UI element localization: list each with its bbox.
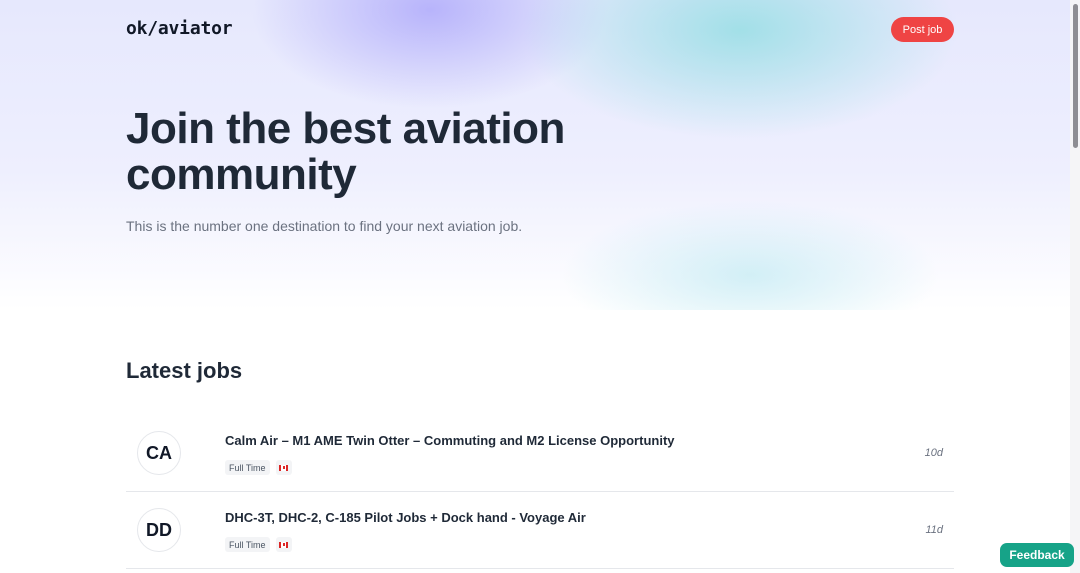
- hero-headline-line: Join the best aviation: [126, 104, 565, 153]
- company-avatar: DD: [137, 508, 181, 552]
- job-type-tag: Full Time: [225, 537, 270, 552]
- company-avatar: CA: [137, 431, 181, 475]
- page-scrollbar[interactable]: [1070, 0, 1080, 573]
- job-title[interactable]: DHC-3T, DHC-2, C-185 Pilot Jobs + Dock h…: [225, 510, 586, 525]
- hero-headline-line: community: [126, 150, 357, 199]
- job-tags: Full Time: [225, 537, 292, 552]
- job-tags: Full Time: [225, 460, 292, 475]
- feedback-button[interactable]: Feedback: [1000, 543, 1074, 567]
- hero-subtitle: This is the number one destination to fi…: [126, 218, 523, 234]
- canada-flag-icon: [275, 537, 292, 552]
- job-list-item[interactable]: CA Calm Air – M1 AME Twin Otter – Commut…: [126, 416, 954, 492]
- job-age: 11d: [925, 524, 943, 536]
- job-list-item[interactable]: DD DHC-3T, DHC-2, C-185 Pilot Jobs + Doc…: [126, 493, 954, 569]
- job-age: 10d: [924, 447, 943, 459]
- canada-flag-icon: [275, 460, 292, 475]
- job-type-tag: Full Time: [225, 460, 270, 475]
- hero-headline: Join the best aviation community: [126, 106, 686, 198]
- post-job-button[interactable]: Post job: [891, 17, 954, 42]
- job-title[interactable]: Calm Air – M1 AME Twin Otter – Commuting…: [225, 433, 675, 448]
- site-logo[interactable]: ok/aviator: [126, 18, 233, 39]
- latest-jobs-title: Latest jobs: [126, 358, 243, 383]
- scrollbar-thumb[interactable]: [1073, 4, 1078, 148]
- gradient-blob: [560, 200, 940, 310]
